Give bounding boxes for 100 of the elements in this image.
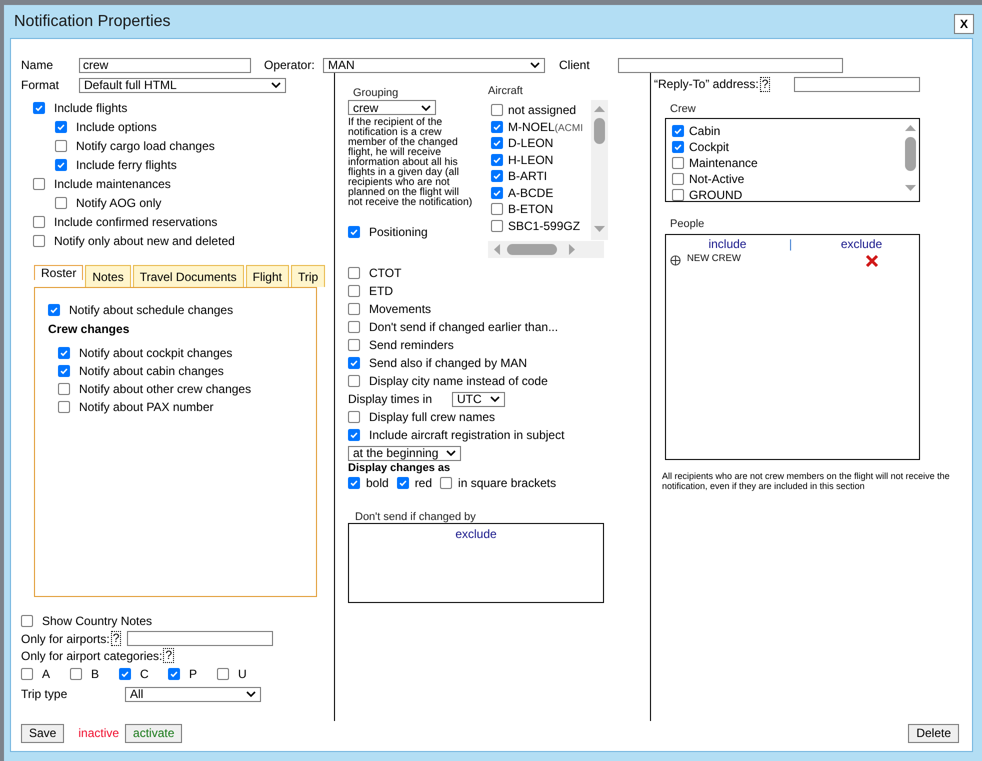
caret-icon — [446, 450, 456, 456]
select-label: Display times in — [348, 392, 434, 406]
checkbox[interactable] — [55, 120, 67, 132]
checkbox[interactable] — [55, 158, 67, 170]
checkbox[interactable] — [348, 411, 360, 423]
checkbox[interactable] — [672, 157, 684, 169]
checkbox[interactable] — [440, 477, 452, 489]
dropdown-select[interactable]: UTC — [452, 392, 505, 406]
checkbox-label: Don't send if changed earlier than... — [369, 320, 558, 334]
checkbox[interactable] — [58, 347, 70, 359]
caret-icon — [421, 104, 431, 110]
delete-icon[interactable] — [865, 254, 879, 268]
checkbox[interactable] — [672, 141, 684, 153]
checkbox[interactable] — [58, 401, 70, 413]
checkbox-label: Notify about cockpit changes — [79, 346, 232, 360]
checkbox[interactable] — [348, 226, 360, 238]
name-field[interactable]: crew — [79, 58, 251, 72]
status-text: inactive — [78, 726, 120, 740]
checkbox[interactable] — [348, 477, 360, 489]
checkbox[interactable] — [348, 303, 360, 315]
checkbox[interactable] — [33, 102, 45, 114]
checkbox[interactable] — [55, 140, 67, 152]
checkbox[interactable] — [33, 178, 45, 190]
checkbox[interactable] — [58, 365, 70, 377]
person-name: NEW CREW — [687, 252, 742, 264]
tab[interactable]: Flight — [246, 265, 289, 287]
caret-icon — [530, 62, 540, 68]
checkbox[interactable] — [33, 216, 45, 228]
grouping-select[interactable]: crew — [348, 100, 436, 115]
column-heading[interactable]: include — [670, 236, 785, 250]
checkbox-label: Show Country Notes — [42, 614, 152, 628]
checkbox[interactable] — [119, 668, 131, 680]
checkbox[interactable] — [21, 668, 33, 680]
horizontal-scrollbar[interactable] — [488, 241, 604, 258]
vertical-scrollbar[interactable] — [591, 100, 608, 240]
checkbox-label: bold — [366, 476, 389, 490]
help-marker[interactable]: ? — [760, 76, 770, 92]
crosshair-icon[interactable] — [670, 254, 681, 266]
checkbox-label: Notify about PAX number — [79, 400, 214, 414]
delete-button[interactable]: Delete — [908, 724, 959, 742]
tab[interactable]: Roster — [34, 265, 84, 280]
trip-type-select[interactable]: All — [125, 686, 261, 702]
checkbox[interactable] — [348, 285, 360, 297]
checkbox[interactable] — [70, 668, 82, 680]
caret-icon — [271, 82, 281, 88]
activate-button[interactable]: activate — [125, 724, 182, 742]
checkbox[interactable] — [348, 429, 360, 441]
checkbox[interactable] — [491, 137, 503, 150]
checkbox[interactable] — [672, 173, 684, 185]
display-changes-label: Display changes as — [348, 462, 452, 475]
checkbox[interactable] — [217, 668, 229, 680]
crew-label: Crew — [669, 103, 697, 115]
checkbox[interactable] — [168, 668, 180, 680]
checkbox[interactable] — [348, 357, 360, 369]
checkbox[interactable] — [58, 383, 70, 395]
checkbox[interactable] — [21, 614, 33, 626]
checkbox[interactable] — [491, 120, 503, 133]
checkbox[interactable] — [491, 170, 503, 182]
tab[interactable]: Notes — [85, 265, 131, 287]
help-marker[interactable]: ? — [163, 648, 174, 663]
checkbox[interactable] — [491, 220, 503, 232]
reply-to-label: “Reply-To” address: — [654, 77, 759, 91]
help-marker[interactable]: ? — [110, 631, 122, 646]
checkbox[interactable] — [55, 196, 67, 208]
checkbox[interactable] — [672, 189, 684, 201]
checkbox[interactable] — [33, 234, 45, 246]
dropdown-select[interactable]: at the beginning — [348, 446, 462, 460]
checkbox[interactable] — [348, 339, 360, 351]
checkbox[interactable] — [396, 477, 409, 489]
client-label: Client — [559, 58, 591, 72]
aircraft-label: B-ARTI — [508, 169, 548, 184]
checkbox[interactable] — [348, 375, 360, 387]
tab[interactable]: Travel Documents — [132, 265, 244, 287]
checkbox-label: Send reminders — [369, 338, 454, 352]
reply-to-field[interactable] — [794, 76, 920, 92]
checkbox-label: Cabin — [689, 124, 720, 138]
format-select[interactable]: Default full HTML — [79, 78, 286, 92]
grouping-description: If the recipient of the notification is a crew member of the changed flight, he will receive information about all his flights in a given day (all recipients who are not planned on the flight will not receive the notification) — [348, 118, 474, 208]
checkbox[interactable] — [491, 154, 503, 166]
operator-select[interactable]: MAN — [323, 58, 545, 72]
airports-field[interactable] — [127, 631, 274, 646]
checkbox-label: GROUND — [689, 188, 742, 201]
checkbox[interactable] — [491, 203, 503, 216]
checkbox-label: Notify about schedule changes — [69, 302, 234, 316]
checkbox-label: Include aircraft registration in subject — [369, 428, 564, 442]
checkbox[interactable] — [348, 321, 360, 333]
checkbox[interactable] — [348, 267, 360, 279]
aircraft-label: B-ETON — [508, 202, 554, 216]
checkbox[interactable] — [672, 125, 684, 137]
column-heading[interactable]: exclude — [804, 236, 919, 250]
checkbox-label: CTOT — [369, 266, 402, 280]
checkbox[interactable] — [48, 304, 60, 316]
checkbox-label: Notify only about new and deleted — [54, 234, 235, 248]
checkbox[interactable] — [491, 104, 503, 116]
client-field[interactable] — [618, 58, 843, 72]
close-button[interactable]: X — [954, 14, 974, 34]
tab[interactable]: Trip — [290, 265, 326, 287]
checkbox[interactable] — [491, 186, 503, 199]
save-button[interactable]: Save — [21, 724, 64, 742]
checkbox-label: Notify cargo load changes — [76, 138, 215, 152]
